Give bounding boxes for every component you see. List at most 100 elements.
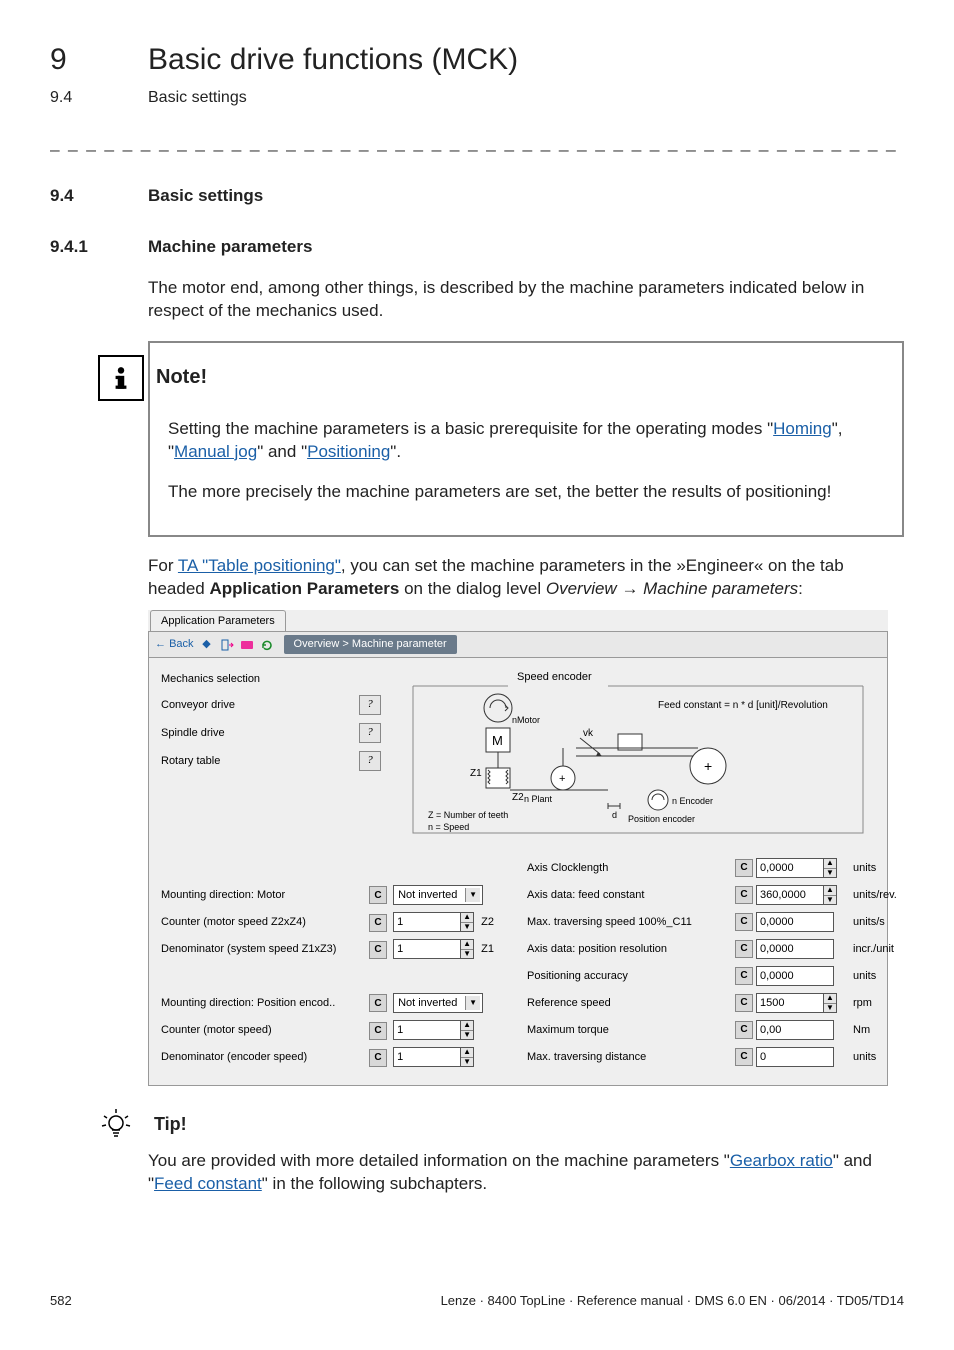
text: For xyxy=(148,556,178,575)
back-button[interactable]: ← Back xyxy=(155,637,194,652)
info-icon xyxy=(98,355,144,401)
intro-paragraph: The motor end, among other things, is de… xyxy=(148,277,894,323)
input-axis-feed[interactable] xyxy=(760,889,820,901)
nav-up-icon[interactable]: ◆ xyxy=(200,638,214,652)
unit: units/rev. xyxy=(853,888,903,903)
c-badge[interactable]: C xyxy=(735,994,753,1012)
label-M: M xyxy=(492,733,503,748)
input-pos-res[interactable] xyxy=(760,943,830,955)
c-badge[interactable]: C xyxy=(369,941,387,959)
text-bold: Application Parameters xyxy=(209,579,399,598)
svg-text:+: + xyxy=(559,773,565,785)
label-axis-feed: Axis data: feed constant xyxy=(527,888,727,903)
input-denom-enc[interactable] xyxy=(397,1051,457,1063)
help-spindle-button[interactable]: ? xyxy=(359,723,381,743)
text-italic: Overview xyxy=(546,579,617,598)
input-axis-clocklength[interactable] xyxy=(760,862,820,874)
label-nmotor: nMotor xyxy=(512,715,540,725)
label-md-motor: Mounting direction: Motor xyxy=(161,888,361,903)
c-badge[interactable]: C xyxy=(735,967,753,985)
separator: _ _ _ _ _ _ _ _ _ _ _ _ _ _ _ _ _ _ _ _ … xyxy=(50,132,904,155)
label-spindle: Spindle drive xyxy=(161,726,225,741)
c-badge[interactable]: C xyxy=(369,994,387,1012)
label-max-trav-dist: Max. traversing distance xyxy=(527,1050,727,1065)
label-Z2: Z2 xyxy=(512,792,524,803)
tab-application-parameters[interactable]: Application Parameters xyxy=(150,610,286,631)
chapter-number: 9 xyxy=(50,40,100,81)
help-conveyor-button[interactable]: ? xyxy=(359,695,381,715)
toolbar-icon[interactable] xyxy=(240,638,254,652)
label-Z1: Z1 xyxy=(470,768,482,779)
label-denom-system: Denominator (system speed Z1xZ3) xyxy=(161,942,361,957)
link-manual-jog[interactable]: Manual jog xyxy=(174,442,257,461)
spinner[interactable]: ▲▼ xyxy=(824,993,837,1013)
tip-body: You are provided with more detailed info… xyxy=(148,1150,894,1196)
unit: units xyxy=(853,861,903,876)
link-positioning[interactable]: Positioning xyxy=(307,442,390,461)
label-rotary: Rotary table xyxy=(161,754,220,769)
spinner[interactable]: ▲▼ xyxy=(461,1020,474,1040)
text-italic: Machine parameters xyxy=(643,579,798,598)
label-feed: Feed constant = n * d [unit]/Revolution xyxy=(658,700,828,711)
label-pos-res: Axis data: position resolution xyxy=(527,942,727,957)
note-line2: The more precisely the machine parameter… xyxy=(168,481,884,504)
note-text: Setting the machine parameters is a basi… xyxy=(168,419,773,438)
label-posenc: Position encoder xyxy=(628,814,695,824)
refresh-icon[interactable] xyxy=(260,638,274,652)
input-max-trav-dist[interactable] xyxy=(760,1051,830,1063)
link-table-positioning[interactable]: TA "Table positioning" xyxy=(178,556,341,575)
tip-title: Tip! xyxy=(154,1112,187,1136)
c-badge[interactable]: C xyxy=(735,913,753,931)
spinner[interactable]: ▲▼ xyxy=(461,1047,474,1067)
dropdown-md-motor[interactable]: Not inverted ▼ xyxy=(393,885,483,905)
tip-icon xyxy=(98,1106,134,1142)
c-badge[interactable]: C xyxy=(369,1022,387,1040)
label-d: d xyxy=(612,810,617,820)
spinner[interactable]: ▲▼ xyxy=(461,912,474,932)
input-denom-system[interactable] xyxy=(397,943,457,955)
link-feed-constant[interactable]: Feed constant xyxy=(154,1174,262,1193)
note-line1: Setting the machine parameters is a basi… xyxy=(168,418,884,464)
c-badge[interactable]: C xyxy=(735,1048,753,1066)
input-max-trav[interactable] xyxy=(760,916,830,928)
c-badge[interactable]: C xyxy=(735,886,753,904)
subchapter-number: 9.4 xyxy=(50,87,100,109)
input-ref-speed[interactable] xyxy=(760,997,820,1009)
toolbar-icon[interactable] xyxy=(220,638,234,652)
input-counter-motor2[interactable] xyxy=(397,1024,457,1036)
input-counter-motor[interactable] xyxy=(397,916,457,928)
link-homing[interactable]: Homing xyxy=(773,419,832,438)
c-badge[interactable]: C xyxy=(369,914,387,932)
unit: Nm xyxy=(853,1023,903,1038)
spinner[interactable]: ▲▼ xyxy=(461,939,474,959)
c-badge[interactable]: C xyxy=(735,940,753,958)
label-vk: vk xyxy=(583,728,594,739)
engineer-screenshot: Application Parameters ← Back ◆ Overview… xyxy=(148,610,888,1086)
subchapter-title: Basic settings xyxy=(148,87,247,109)
dropdown-md-posenc[interactable]: Not inverted ▼ xyxy=(393,993,483,1013)
c-badge[interactable]: C xyxy=(369,1049,387,1067)
unit: units xyxy=(853,969,903,984)
link-gearbox-ratio[interactable]: Gearbox ratio xyxy=(730,1151,833,1170)
label-nspeed: n = Speed xyxy=(428,822,469,832)
input-max-torque[interactable] xyxy=(760,1024,830,1036)
text: : xyxy=(798,579,803,598)
label-zteeth: Z = Number of teeth xyxy=(428,810,508,820)
toolbar: ← Back ◆ Overview > Machine parameter xyxy=(148,631,888,658)
spinner[interactable]: ▲▼ xyxy=(824,885,837,905)
note-title: Note! xyxy=(156,364,207,391)
chevron-down-icon: ▼ xyxy=(465,888,480,902)
chapter-title: Basic drive functions (MCK) xyxy=(148,40,518,81)
label-denom-enc: Denominator (encoder speed) xyxy=(161,1050,361,1065)
label-Z2: Z2 xyxy=(481,916,494,928)
breadcrumb: Overview > Machine parameter xyxy=(284,635,457,654)
unit: units xyxy=(853,1050,903,1065)
c-badge[interactable]: C xyxy=(735,859,753,877)
c-badge[interactable]: C xyxy=(735,1021,753,1039)
spinner[interactable]: ▲▼ xyxy=(824,858,837,878)
help-rotary-button[interactable]: ? xyxy=(359,751,381,771)
input-pos-accuracy[interactable] xyxy=(760,970,830,982)
text: You are provided with more detailed info… xyxy=(148,1151,730,1170)
c-badge[interactable]: C xyxy=(369,886,387,904)
for-paragraph: For TA "Table positioning", you can set … xyxy=(148,555,894,601)
